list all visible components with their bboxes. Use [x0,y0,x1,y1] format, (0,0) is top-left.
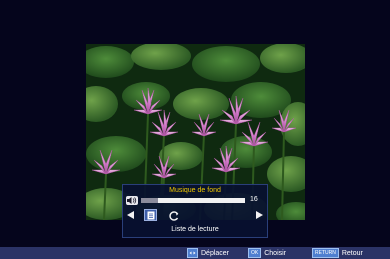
repeat-icon [169,211,179,221]
navigation-hint-bar: Déplacer OK Choisir RETURN Retour [0,247,390,259]
panel-title: Musique de fond [169,187,221,194]
speaker-icon [126,196,138,205]
return-key: RETURN [312,248,339,258]
background-music-panel: Musique de fond 16 Liste de lecture [122,184,268,238]
hint-ok-label: Choisir [264,249,287,257]
controls-row [123,209,267,221]
hint-move: Déplacer [187,247,229,259]
playlist-button[interactable] [144,209,157,221]
hint-move-label: Déplacer [201,249,230,257]
tv-screen: Musique de fond 16 Liste de lecture Dépl… [0,0,390,259]
repeat-button[interactable] [168,209,180,221]
volume-fill [141,198,158,203]
arrow-right-icon[interactable] [256,211,263,219]
panel-caption: Liste de lecture [171,226,219,233]
hint-ok: OK Choisir [248,247,286,259]
volume-row: 16 [126,196,266,206]
dpad-icon [187,248,198,258]
volume-value: 16 [250,196,258,203]
playlist-icon [147,211,155,220]
ok-key: OK [248,248,262,258]
hint-return-label: Retour [341,249,363,257]
arrow-left-icon[interactable] [127,211,134,219]
hint-return: RETURN Retour [312,247,363,259]
volume-slider[interactable] [141,198,245,203]
